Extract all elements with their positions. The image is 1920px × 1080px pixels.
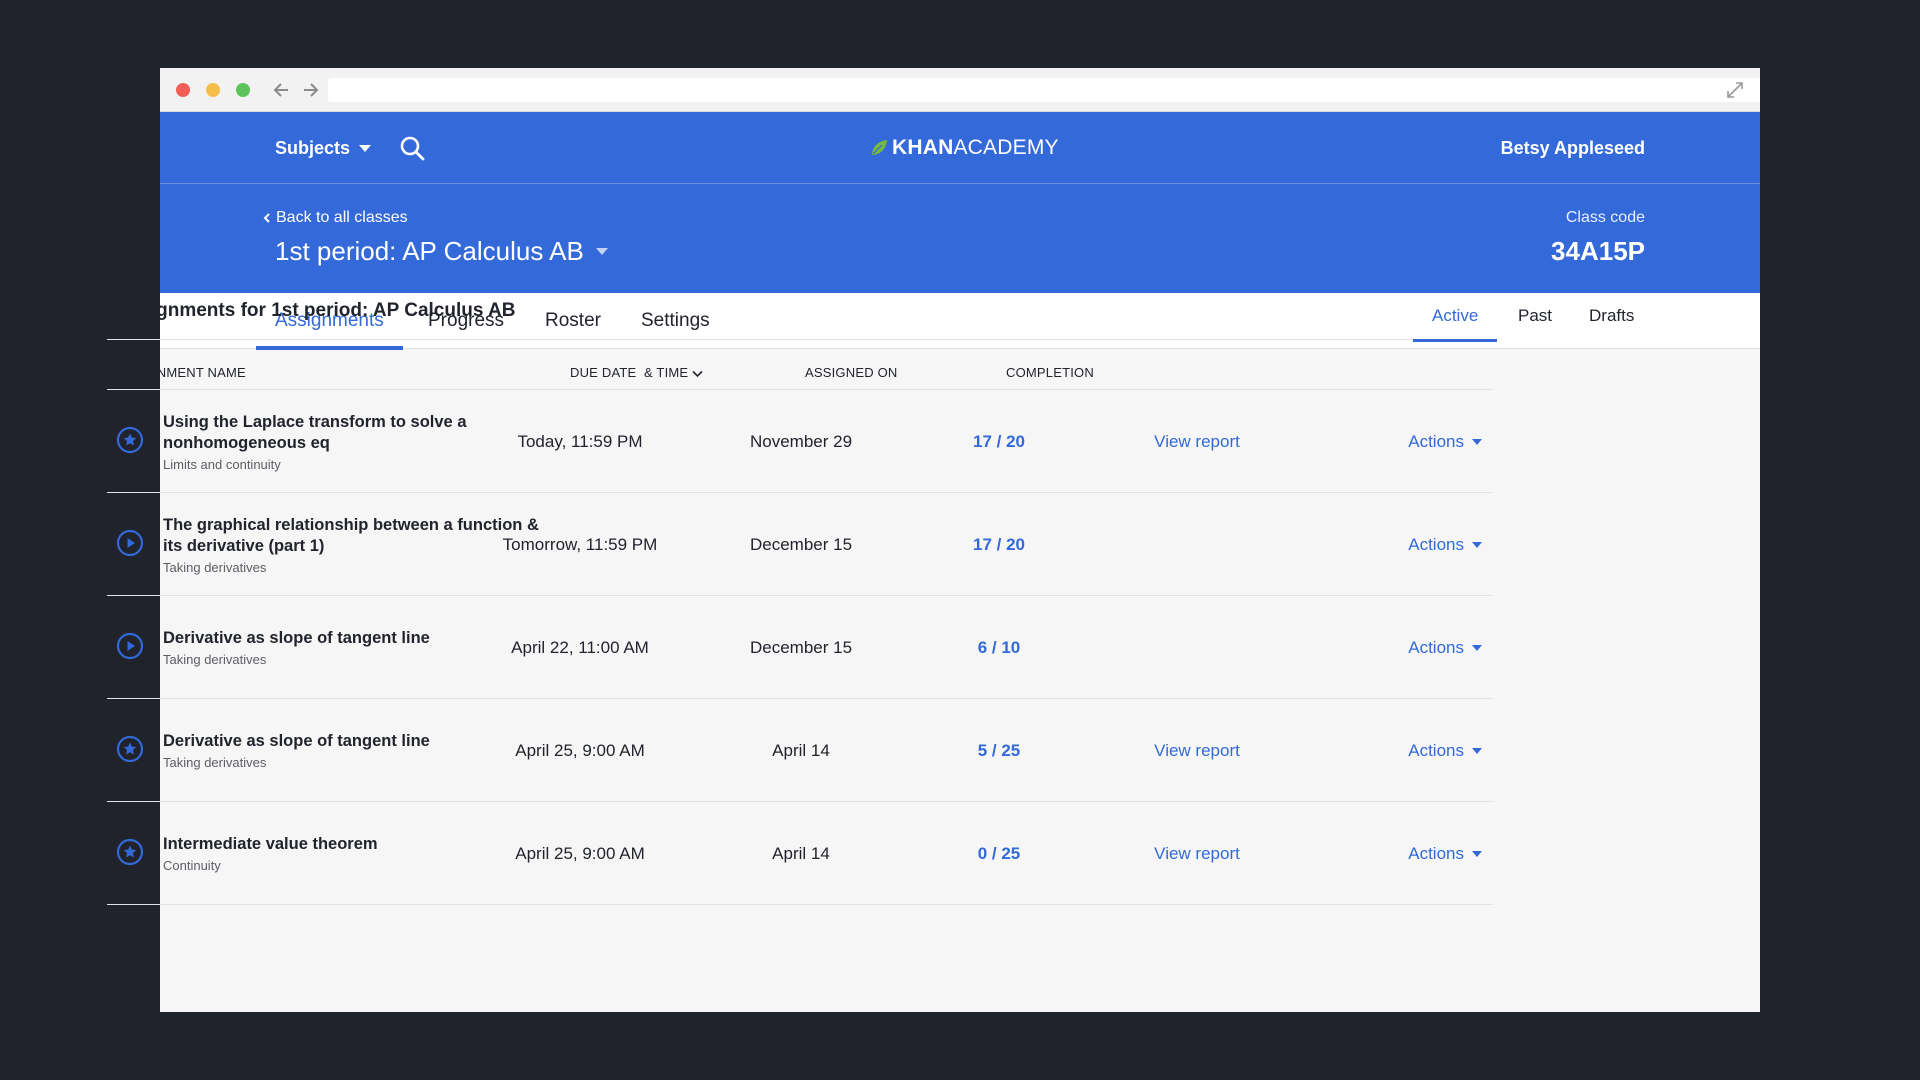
view-report-link[interactable] [1132,493,1262,596]
completion-value[interactable]: 17 / 20 [899,390,1099,493]
assigned-on: April 14 [772,740,830,760]
column-due-date-label: DUE DATE & TIME [570,365,689,380]
caret-down-icon [1472,747,1482,754]
column-assignment-name: ASSIGNMENT NAME [116,365,246,380]
assignments-table: Using the Laplace transform to solve a n… [107,390,1493,905]
site-header: Subjects KHAN ACADEMY Betsy Appleseed [160,112,1760,184]
close-window-button[interactable] [176,82,190,97]
subjects-menu[interactable]: Subjects [275,112,372,184]
class-title: 1st period: AP Calculus AB [275,236,584,266]
actions-label: Actions [1408,843,1464,863]
chevron-left-icon [263,213,270,223]
back-label: Back to all classes [276,209,408,226]
view-report-link[interactable] [1132,596,1262,699]
actions-dropdown[interactable]: Actions [1362,596,1492,699]
subjects-label: Subjects [275,137,351,158]
due-date: April 25, 9:00 AM [515,843,645,863]
chevron-down-icon [692,370,703,377]
due-date: Tomorrow, 11:59 PM [502,534,658,554]
star-circle-icon [116,735,144,763]
table-row: The graphical relationship between a fun… [107,493,1493,596]
assigned-on: December 15 [749,637,853,657]
view-report-link[interactable]: View report [1132,699,1262,802]
play-circle-icon [116,529,144,557]
actions-label: Actions [1408,534,1464,554]
logo-khan-text: KHAN [892,136,954,159]
filter-drafts[interactable]: Drafts [1589,306,1634,326]
class-selector[interactable]: 1st period: AP Calculus AB [275,236,608,267]
completion-value[interactable]: 5 / 25 [899,699,1099,802]
due-date: Today, 11:59 PM [517,431,643,451]
forward-arrow-icon[interactable] [296,75,326,105]
user-menu[interactable]: Betsy Appleseed [1501,112,1645,184]
filter-past[interactable]: Past [1518,306,1552,326]
assigned-on: April 14 [772,843,830,863]
play-circle-icon [116,632,144,660]
class-code-value: 34A15P [1551,236,1645,266]
view-report-link[interactable]: View report [1132,802,1262,905]
assignments-section: Assignments for 1st period: AP Calculus … [107,290,1634,905]
actions-dropdown[interactable]: Actions [1362,390,1492,493]
column-completion: COMPLETION [1006,365,1094,380]
due-date: April 25, 9:00 AM [515,740,645,760]
class-code-label: Class code [1565,209,1645,226]
class-header: Back to all classes 1st period: AP Calcu… [160,184,1760,293]
table-header: ASSIGNMENT NAME DUE DATE & TIME ASSIGNED… [107,340,1493,390]
back-arrow-icon[interactable] [266,75,296,105]
table-row: Derivative as slope of tangent line Taki… [107,699,1493,802]
actions-dropdown[interactable]: Actions [1362,802,1492,905]
caret-down-icon [1472,541,1482,548]
back-to-classes-link[interactable]: Back to all classes [262,209,408,227]
completion-value[interactable]: 6 / 10 [899,596,1099,699]
section-header: Assignments for 1st period: AP Calculus … [107,290,1634,342]
caret-down-icon [359,144,372,152]
star-circle-icon [116,838,144,866]
table-row: Derivative as slope of tangent line Taki… [107,596,1493,699]
column-assigned-on: ASSIGNED ON [805,365,898,380]
minimize-window-button[interactable] [206,82,220,97]
filter-active[interactable]: Active [1412,306,1498,342]
search-icon[interactable] [398,134,426,162]
star-circle-icon [116,426,144,454]
caret-down-icon [595,248,608,255]
logo-academy-text: ACADEMY [953,136,1059,159]
browser-chrome [160,68,1760,112]
assigned-on: November 29 [749,431,853,451]
table-row: Intermediate value theorem Continuity Ap… [107,802,1493,905]
column-due-date[interactable]: DUE DATE & TIME [570,365,703,380]
actions-label: Actions [1408,431,1464,451]
assigned-on: December 15 [749,534,853,554]
actions-dropdown[interactable]: Actions [1362,699,1492,802]
caret-down-icon [1472,644,1482,651]
expand-icon[interactable] [1726,81,1744,99]
actions-label: Actions [1408,740,1464,760]
completion-value[interactable]: 17 / 20 [899,493,1099,596]
caret-down-icon [1472,850,1482,857]
view-report-link[interactable]: View report [1132,390,1262,493]
caret-down-icon [1472,438,1482,445]
completion-value[interactable]: 0 / 25 [899,802,1099,905]
table-row: Using the Laplace transform to solve a n… [107,390,1493,493]
actions-dropdown[interactable]: Actions [1362,493,1492,596]
maximize-window-button[interactable] [236,82,250,97]
address-bar[interactable] [328,78,1760,102]
leaf-icon [872,140,887,155]
khan-academy-logo[interactable]: KHAN ACADEMY [870,112,1059,184]
due-date: April 22, 11:00 AM [511,637,649,657]
actions-label: Actions [1408,637,1464,657]
section-title: Assignments for 1st period: AP Calculus … [116,300,516,321]
